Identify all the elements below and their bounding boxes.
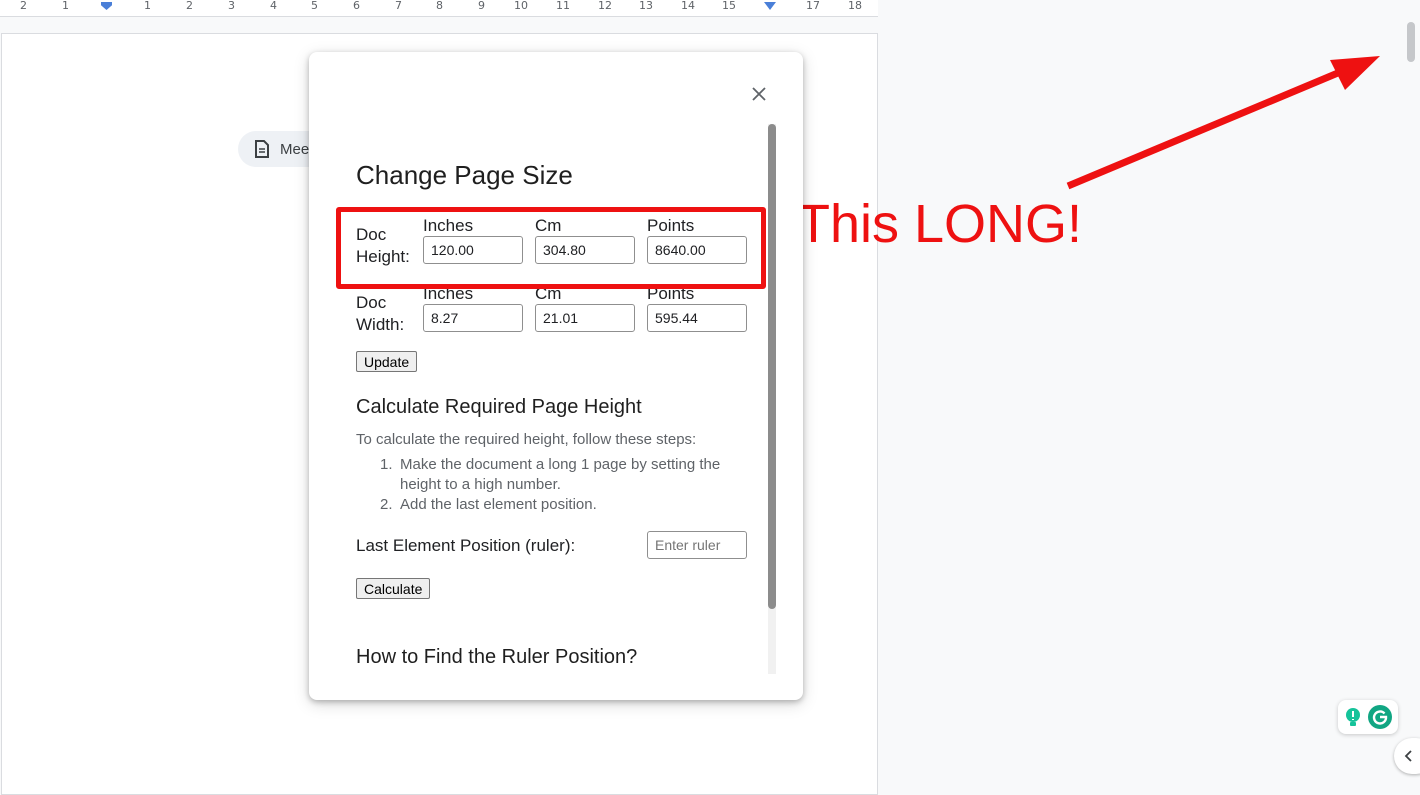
dialog-scrollbar-thumb[interactable] bbox=[768, 124, 776, 609]
width-inches-input[interactable] bbox=[423, 304, 523, 332]
dialog-title: Change Page Size bbox=[356, 160, 573, 190]
list-item: 1. Make the document a long 1 page by se… bbox=[380, 456, 721, 493]
close-button[interactable] bbox=[747, 82, 771, 106]
doc-width-row: Doc Width: Inches Cm Points bbox=[356, 284, 748, 344]
doc-width-label: Doc Width: bbox=[356, 293, 405, 334]
steps-list: 1. Make the document a long 1 page by se… bbox=[380, 455, 740, 515]
calculate-button[interactable]: Calculate bbox=[356, 578, 431, 599]
list-item: 2. Add the last element position. bbox=[380, 496, 597, 513]
grammarly-icon[interactable] bbox=[1368, 705, 1392, 729]
grammarly-widget[interactable] bbox=[1338, 700, 1398, 734]
annotation-highlight-box bbox=[336, 207, 766, 289]
width-points-input[interactable] bbox=[647, 304, 747, 332]
chevron-left-icon[interactable] bbox=[1404, 750, 1414, 762]
ruler-position-input[interactable] bbox=[647, 531, 747, 559]
close-icon[interactable] bbox=[752, 87, 766, 101]
annotation-text: This LONG! bbox=[797, 194, 1083, 254]
change-page-size-dialog: Change Page Size Doc Height: Inches Cm P… bbox=[309, 52, 803, 700]
howto-heading: How to Find the Ruler Position? bbox=[356, 646, 638, 668]
last-element-label: Last Element Position (ruler): bbox=[356, 536, 576, 555]
calculate-heading: Calculate Required Page Height bbox=[356, 396, 642, 418]
update-button[interactable]: Update bbox=[356, 351, 418, 372]
lightbulb-icon[interactable] bbox=[1344, 707, 1362, 727]
calculate-intro: To calculate the required height, follow… bbox=[356, 431, 697, 448]
width-cm-input[interactable] bbox=[535, 304, 635, 332]
